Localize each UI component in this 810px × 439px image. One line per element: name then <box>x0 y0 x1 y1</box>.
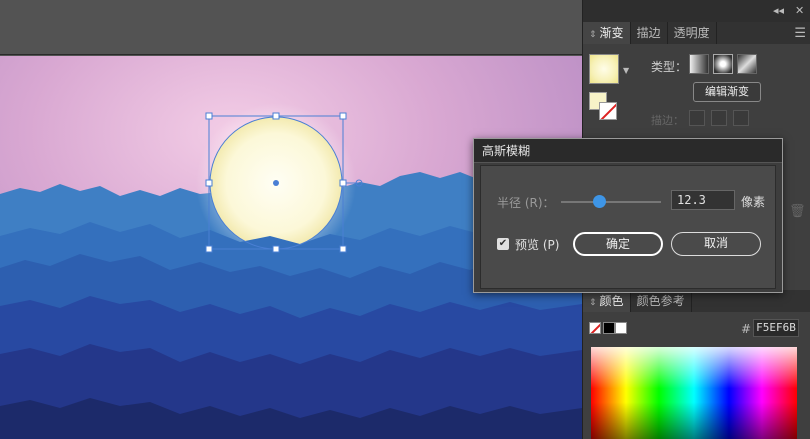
cancel-button[interactable]: 取消 <box>671 232 761 256</box>
tab-color-guide[interactable]: 颜色参考 <box>631 290 692 312</box>
tab-label: 透明度 <box>673 26 710 40</box>
stroke-label: 描边： <box>651 114 684 127</box>
dialog-body: 半径 (R)： 12.3 像素 ✔ 预览 (P) 确定 取消 <box>480 165 776 289</box>
dropdown-arrow-icon[interactable]: ▼ <box>623 66 629 75</box>
resize-handle[interactable] <box>272 112 280 120</box>
freeform-gradient-button[interactable] <box>737 54 757 74</box>
hex-prefix: # <box>741 322 752 336</box>
tab-transparency[interactable]: 透明度 <box>668 22 717 44</box>
resize-handle[interactable] <box>205 245 213 253</box>
document-top-area <box>0 0 582 55</box>
radius-slider-track[interactable] <box>561 201 661 203</box>
tab-label: 颜色参考 <box>636 294 685 308</box>
trash-icon[interactable]: 🗑 <box>789 204 806 219</box>
panel-tabs: ⇕ 渐变 描边 透明度 <box>583 22 810 44</box>
resize-handle[interactable] <box>339 245 347 253</box>
tab-stroke[interactable]: 描边 <box>631 22 668 44</box>
white-swatch[interactable] <box>615 322 627 334</box>
color-panel: # F5EF6B <box>583 312 810 439</box>
panel-menu-icon[interactable]: ☰ <box>794 26 806 41</box>
tab-color[interactable]: ⇕ 颜色 <box>583 290 631 312</box>
tab-label: 描边 <box>636 26 661 40</box>
radius-slider-thumb[interactable] <box>592 195 606 208</box>
resize-handle[interactable] <box>205 179 213 187</box>
stroke-none-swatch[interactable] <box>599 102 617 120</box>
close-icon[interactable]: ✕ <box>795 4 804 17</box>
tab-gradient[interactable]: ⇕ 渐变 <box>583 22 631 44</box>
fill-stroke-swatches[interactable] <box>589 92 621 122</box>
radial-gradient-button[interactable] <box>713 54 733 74</box>
edit-gradient-button[interactable]: 编辑渐变 <box>693 82 761 102</box>
collapse-panel-icon[interactable]: ◂◂ <box>773 4 784 17</box>
center-point <box>273 180 279 186</box>
preview-label[interactable]: 预览 (P) <box>515 236 559 253</box>
preview-checkbox[interactable]: ✔ <box>497 238 509 250</box>
chevron-updown-icon: ⇕ <box>589 298 597 308</box>
type-label: 类型： <box>651 60 688 74</box>
resize-handle[interactable] <box>339 112 347 120</box>
gradient-swatch[interactable] <box>589 54 619 84</box>
black-swatch[interactable] <box>603 322 615 334</box>
tab-label: 颜色 <box>599 294 624 308</box>
linear-gradient-button[interactable] <box>689 54 709 74</box>
resize-handle[interactable] <box>272 245 280 253</box>
gaussian-blur-dialog: 高斯模糊 半径 (R)： 12.3 像素 ✔ 预览 (P) 确定 取消 <box>473 138 783 293</box>
radius-label: 半径 (R)： <box>497 196 555 210</box>
resize-handle[interactable] <box>205 112 213 120</box>
resize-handle[interactable] <box>339 179 347 187</box>
stroke-apply-button[interactable] <box>733 110 749 126</box>
radius-input[interactable]: 12.3 <box>671 190 735 210</box>
panel-title-bar: ◂◂ ✕ <box>583 0 810 22</box>
stroke-apply-button[interactable] <box>689 110 705 126</box>
color-panel-tabs: ⇕ 颜色 颜色参考 <box>583 290 810 312</box>
dialog-title[interactable]: 高斯模糊 <box>474 139 782 163</box>
stroke-apply-button[interactable] <box>711 110 727 126</box>
chevron-updown-icon: ⇕ <box>589 30 597 40</box>
color-spectrum[interactable] <box>591 347 797 439</box>
tab-label: 渐变 <box>599 26 624 40</box>
ok-button[interactable]: 确定 <box>573 232 663 256</box>
none-color-swatch[interactable] <box>589 322 601 334</box>
hex-color-input[interactable]: F5EF6B <box>753 319 799 337</box>
radius-unit: 像素 <box>741 195 766 209</box>
